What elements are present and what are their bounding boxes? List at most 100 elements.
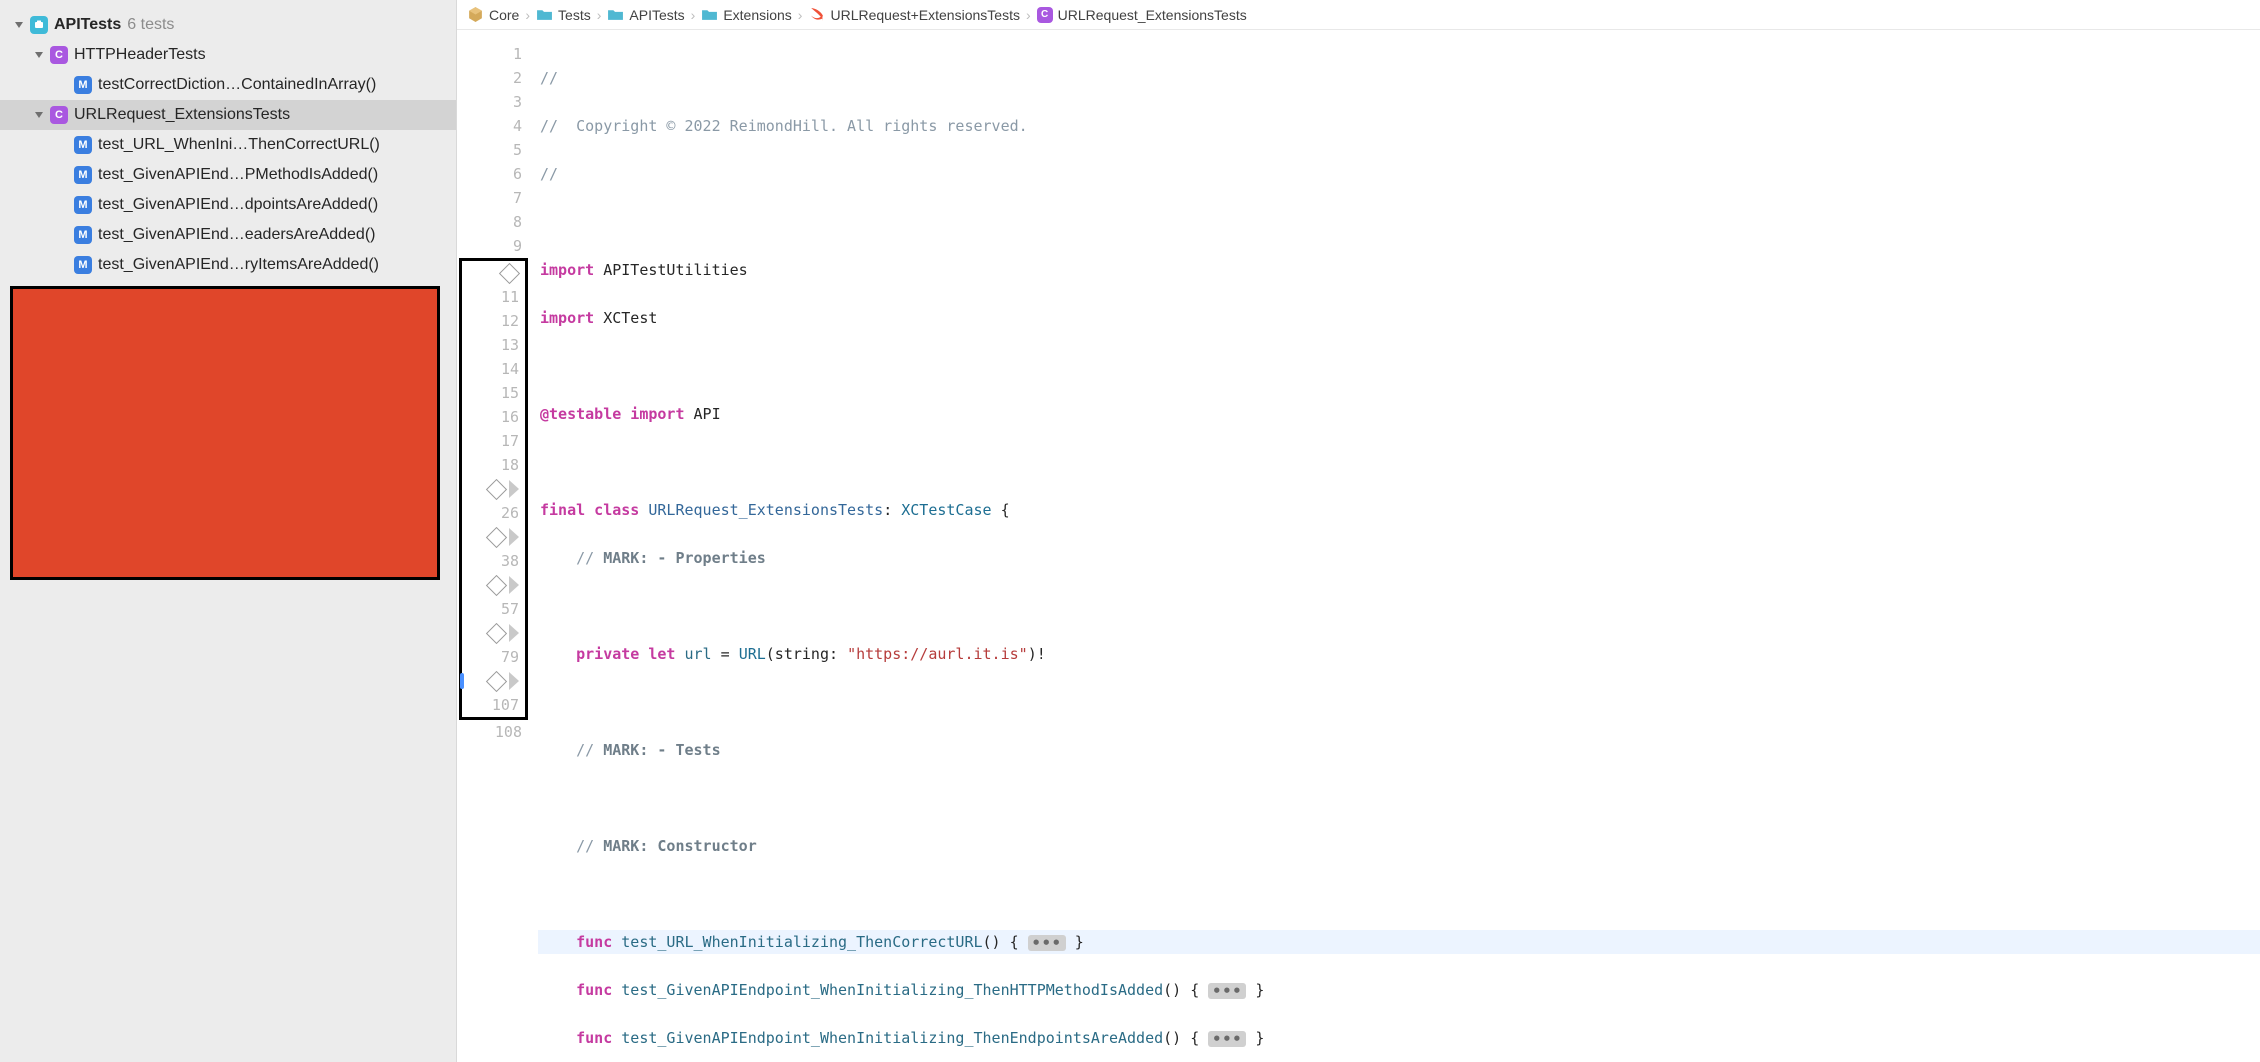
gutter-line[interactable]: 26	[462, 501, 525, 525]
line-number: 38	[491, 549, 519, 573]
breadcrumb-item[interactable]: Extensions	[701, 6, 791, 23]
code-line[interactable]: func test_GivenAPIEndpoint_WhenInitializ…	[538, 1026, 2260, 1050]
gutter-line[interactable]: 2	[457, 66, 528, 90]
func-name: test_GivenAPIEndpoint_WhenInitializing_T…	[621, 1029, 1163, 1047]
change-bar-icon	[460, 673, 464, 689]
breadcrumb-item[interactable]: C URLRequest_ExtensionsTests	[1037, 7, 1247, 23]
gutter-line[interactable]: 15	[462, 381, 525, 405]
comment: //	[540, 165, 558, 183]
gutter-line[interactable]: 13	[462, 333, 525, 357]
test-method-row[interactable]: M test_GivenAPIEnd…eadersAreAdded()	[0, 220, 456, 250]
gutter-line[interactable]: 14	[462, 357, 525, 381]
gutter-line[interactable]: 11	[462, 285, 525, 309]
gutter-line[interactable]: 107	[462, 693, 525, 717]
chevron-right-icon: ›	[689, 7, 698, 23]
keyword: func	[576, 933, 612, 951]
method-icon: M	[74, 136, 92, 154]
line-gutter[interactable]: 123456789111213141516171826385779107108	[457, 30, 530, 1062]
line-number: 15	[491, 381, 519, 405]
test-diamond-icon[interactable]	[499, 262, 520, 283]
gutter-line[interactable]: 4	[457, 114, 528, 138]
test-diamond-icon[interactable]	[486, 478, 507, 499]
line-number: 3	[494, 90, 522, 114]
method-icon: M	[74, 196, 92, 214]
gutter-line[interactable]: 12	[462, 309, 525, 333]
method-icon: M	[74, 166, 92, 184]
test-bundle-name: APITests	[54, 16, 121, 34]
test-bundle-row[interactable]: APITests 6 tests	[0, 10, 456, 40]
folder-icon	[607, 6, 624, 23]
test-method-row[interactable]: M test_GivenAPIEnd…PMethodIsAdded()	[0, 160, 456, 190]
gutter-line[interactable]: 5	[457, 138, 528, 162]
gutter-line[interactable]: 57	[462, 597, 525, 621]
gutter-line[interactable]: 18	[462, 453, 525, 477]
line-number: 8	[494, 210, 522, 234]
test-method-row[interactable]: M test_GivenAPIEnd…dpointsAreAdded()	[0, 190, 456, 220]
source-editor[interactable]: 123456789111213141516171826385779107108 …	[457, 30, 2260, 1062]
test-class-row[interactable]: C URLRequest_ExtensionsTests	[0, 100, 456, 130]
breadcrumb-item[interactable]: URLRequest+ExtensionsTests	[808, 6, 1020, 23]
ellipsis-icon[interactable]: •••	[1208, 1031, 1246, 1047]
line-number: 107	[491, 693, 519, 717]
gutter-line[interactable]: 38	[462, 549, 525, 573]
line-number: 26	[491, 501, 519, 525]
gutter-line[interactable]: 79	[462, 645, 525, 669]
line-number: 2	[494, 66, 522, 90]
gutter-line[interactable]: 9	[457, 234, 528, 258]
class-icon: C	[1037, 7, 1053, 23]
gutter-line[interactable]: 16	[462, 405, 525, 429]
func-name: test_URL_WhenInitializing_ThenCorrectURL	[621, 933, 982, 951]
method-icon: M	[74, 226, 92, 244]
chevron-down-icon[interactable]	[34, 50, 44, 60]
gutter-line[interactable]: 108	[457, 720, 528, 744]
test-diamond-icon[interactable]	[486, 622, 507, 643]
test-method-row[interactable]: M test_URL_WhenIni…ThenCorrectURL()	[0, 130, 456, 160]
chevron-down-icon[interactable]	[34, 110, 44, 120]
gutter-line[interactable]	[462, 573, 525, 597]
fold-chevron-icon[interactable]	[509, 576, 519, 594]
ellipsis-icon[interactable]: •••	[1028, 935, 1066, 951]
gutter-line[interactable]	[462, 261, 525, 285]
line-number: 16	[491, 405, 519, 429]
gutter-line[interactable]	[462, 525, 525, 549]
test-class-row[interactable]: C HTTPHeaderTests	[0, 40, 456, 70]
breadcrumb: Core › Tests › APITests › Extensions ›	[457, 0, 2260, 30]
gutter-line[interactable]	[462, 621, 525, 645]
fold-chevron-icon[interactable]	[509, 528, 519, 546]
line-number: 57	[491, 597, 519, 621]
editor-pane: Core › Tests › APITests › Extensions ›	[457, 0, 2260, 1062]
code-area[interactable]: // // Copyright © 2022 ReimondHill. All …	[530, 30, 2260, 1062]
line-number: 18	[491, 453, 519, 477]
ellipsis-icon[interactable]: •••	[1208, 983, 1246, 999]
breadcrumb-item[interactable]: Core	[467, 6, 519, 23]
test-method-name: test_GivenAPIEnd…ryItemsAreAdded()	[98, 256, 379, 274]
gutter-line[interactable]: 1	[457, 42, 528, 66]
chevron-down-icon[interactable]	[14, 20, 24, 30]
gutter-line[interactable]: 7	[457, 186, 528, 210]
code-line[interactable]: func test_GivenAPIEndpoint_WhenInitializ…	[538, 978, 2260, 1002]
test-method-row[interactable]: M test_GivenAPIEnd…ryItemsAreAdded()	[0, 250, 456, 280]
fold-chevron-icon[interactable]	[509, 480, 519, 498]
test-diamond-icon[interactable]	[486, 574, 507, 595]
gutter-line[interactable]: 8	[457, 210, 528, 234]
method-icon: M	[74, 256, 92, 274]
test-method-name: testCorrectDiction…ContainedInArray()	[98, 76, 376, 94]
fold-chevron-icon[interactable]	[509, 624, 519, 642]
class-icon: C	[50, 46, 68, 64]
gutter-line[interactable]: 6	[457, 162, 528, 186]
fold-chevron-icon[interactable]	[509, 672, 519, 690]
test-diamond-icon[interactable]	[486, 526, 507, 547]
chevron-right-icon: ›	[595, 7, 604, 23]
breadcrumb-item[interactable]: APITests	[607, 6, 684, 23]
test-diamond-icon[interactable]	[486, 670, 507, 691]
breadcrumb-item[interactable]: Tests	[536, 6, 591, 23]
code-line[interactable]: func test_URL_WhenInitializing_ThenCorre…	[538, 930, 2260, 954]
gutter-line[interactable]: 3	[457, 90, 528, 114]
gutter-line[interactable]: 17	[462, 429, 525, 453]
gutter-line[interactable]	[462, 669, 525, 693]
line-number: 9	[494, 234, 522, 258]
test-count: 6 tests	[127, 16, 174, 34]
test-method-row[interactable]: M testCorrectDiction…ContainedInArray()	[0, 70, 456, 100]
gutter-line[interactable]	[462, 477, 525, 501]
chevron-right-icon: ›	[523, 7, 532, 23]
